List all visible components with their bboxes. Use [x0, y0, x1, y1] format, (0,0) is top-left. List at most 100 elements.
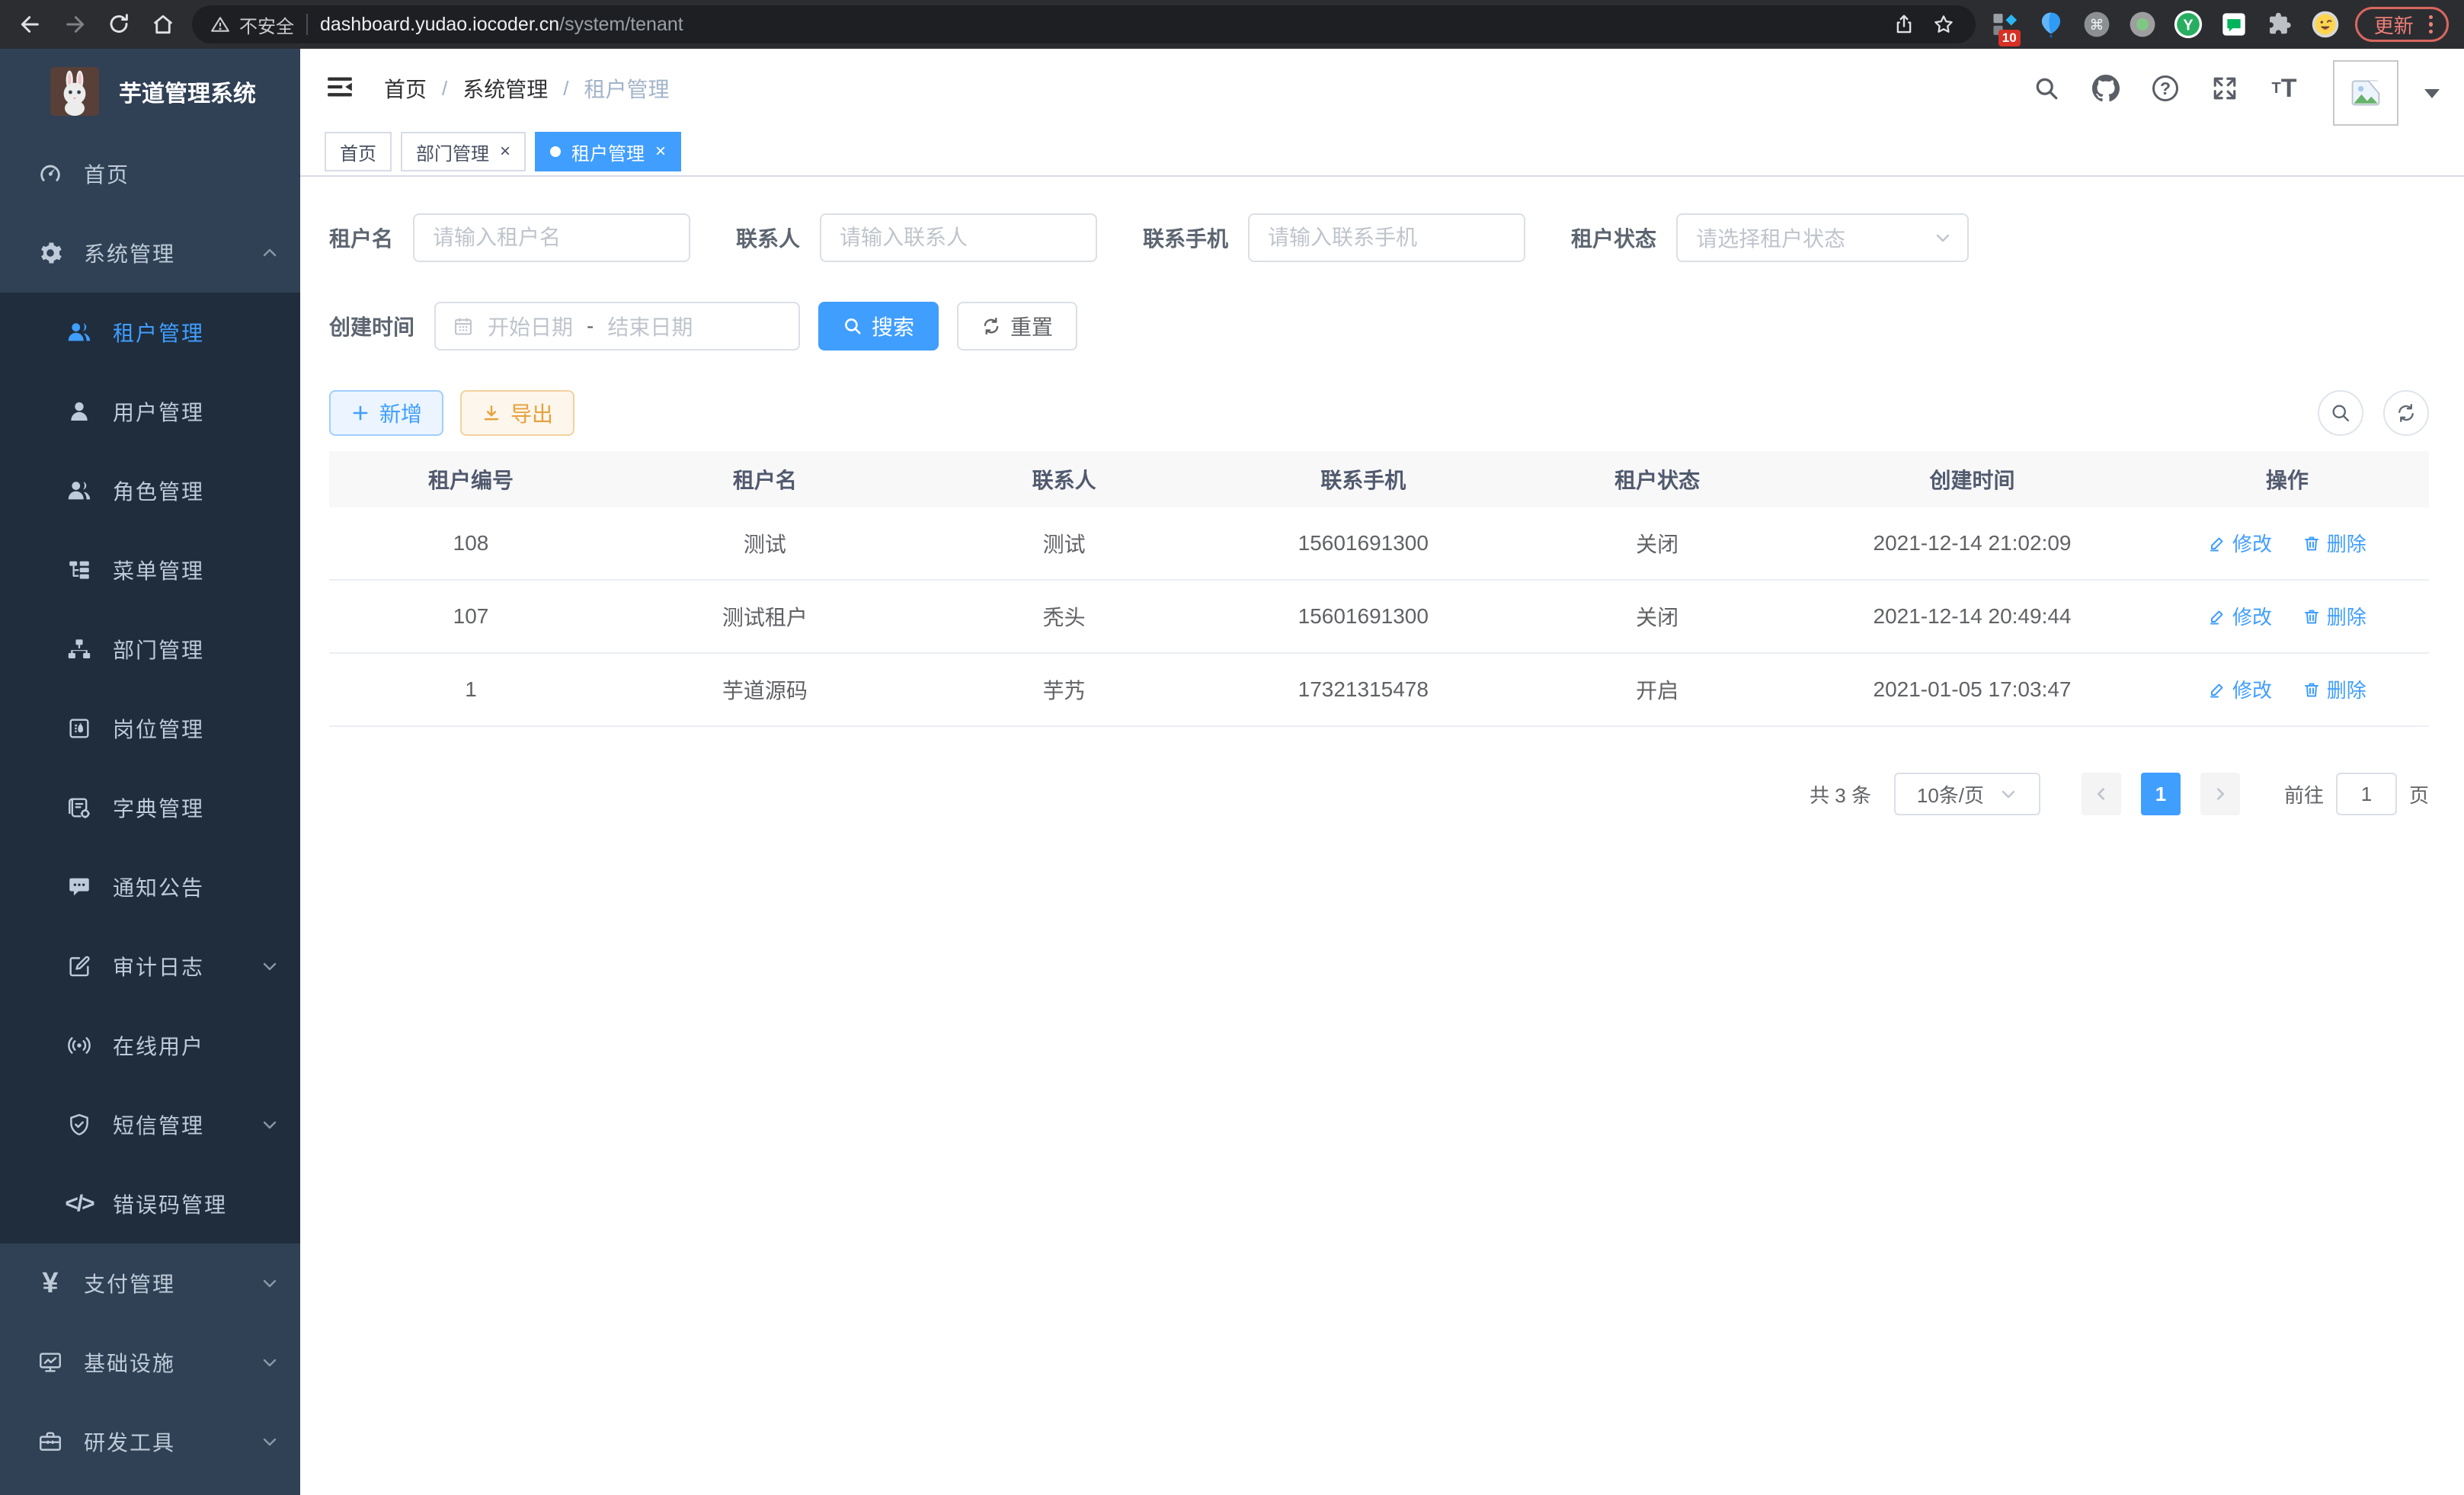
chevron-down-icon: [1999, 785, 2018, 803]
prev-page-button[interactable]: [2082, 773, 2121, 815]
close-icon[interactable]: ×: [500, 142, 510, 161]
avatar-dropdown-caret-icon[interactable]: [2424, 89, 2440, 106]
goto-page-input[interactable]: [2336, 773, 2397, 815]
browser-back-icon[interactable]: [15, 9, 46, 40]
fullscreen-icon[interactable]: [2208, 72, 2242, 105]
avatar[interactable]: [2333, 60, 2398, 126]
sidebar-item-pay[interactable]: ¥ 支付管理: [0, 1244, 300, 1323]
browser-toolbar: 不安全 dashboard.yudao.iocoder.cn/system/te…: [0, 0, 2464, 49]
sidebar-item-dev-tools[interactable]: 研发工具: [0, 1402, 300, 1481]
date-range-picker[interactable]: 开始日期 - 结束日期: [434, 302, 800, 351]
search-icon[interactable]: [2030, 72, 2063, 105]
users-icon: [66, 477, 93, 504]
dashboard-icon: [37, 160, 64, 187]
extension-y-icon[interactable]: Y: [2172, 8, 2204, 40]
delete-link[interactable]: 删除: [2302, 602, 2366, 630]
tab-dept[interactable]: 部门管理 ×: [401, 132, 526, 171]
browser-update-button[interactable]: 更新: [2355, 7, 2449, 42]
tenant-name-input[interactable]: [413, 213, 690, 262]
table-row: 108 测试 测试 15601691300 关闭 2021-12-14 21:0…: [329, 507, 2429, 581]
extension-kite-icon[interactable]: [2035, 8, 2067, 40]
pagination: 共 3 条 10条/页 1 前往 页: [329, 773, 2429, 815]
sidebar-item-infra[interactable]: 基础设施: [0, 1323, 300, 1402]
monitor-icon: [37, 1349, 64, 1376]
security-label: 不安全: [239, 11, 294, 38]
browser-home-icon[interactable]: [148, 9, 178, 40]
status-select[interactable]: 请选择租户状态: [1676, 213, 1969, 262]
extension-puzzle-icon[interactable]: [2264, 8, 2296, 40]
goto-label: 前往: [2284, 780, 2324, 808]
sidebar-item-error-code[interactable]: </> 错误码管理: [0, 1164, 300, 1244]
sidebar-item-user[interactable]: 用户管理: [0, 372, 300, 451]
edit-link[interactable]: 修改: [2208, 675, 2272, 703]
extension-emoji-icon[interactable]: [2309, 8, 2341, 40]
sidebar-item-audit-log[interactable]: 审计日志: [0, 927, 300, 1006]
chevron-down-icon: [261, 1116, 279, 1134]
sitemap-icon: [66, 635, 93, 663]
sidebar-item-role[interactable]: 角色管理: [0, 451, 300, 530]
sidebar-item-system[interactable]: 系统管理: [0, 213, 300, 293]
tab-home[interactable]: 首页: [325, 132, 392, 171]
refresh-table-button[interactable]: [2383, 390, 2429, 436]
delete-link[interactable]: 删除: [2302, 675, 2366, 703]
github-icon[interactable]: [2089, 72, 2123, 105]
table-header: 租户编号 租户名 联系人 联系手机 租户状态 创建时间 操作: [329, 451, 2429, 507]
browser-reload-icon[interactable]: [104, 9, 134, 40]
help-icon[interactable]: ?: [2149, 72, 2182, 105]
page-unit-label: 页: [2409, 780, 2429, 808]
sidebar-fold-icon[interactable]: [325, 72, 358, 105]
sidebar-item-online-users[interactable]: 在线用户: [0, 1006, 300, 1085]
system-submenu: 租户管理 用户管理 角色管理 菜单管理: [0, 293, 300, 1244]
breadcrumb-home[interactable]: 首页: [384, 73, 427, 104]
close-icon[interactable]: ×: [655, 142, 666, 161]
sidebar-item-dict[interactable]: 字典管理: [0, 768, 300, 847]
tab-tenant[interactable]: 租户管理 ×: [535, 132, 681, 171]
next-page-button[interactable]: [2200, 773, 2240, 815]
contact-input[interactable]: [820, 213, 1097, 262]
edit-link[interactable]: 修改: [2208, 529, 2272, 557]
sidebar-item-dept[interactable]: 部门管理: [0, 610, 300, 689]
sidebar-item-post[interactable]: 岗位管理: [0, 689, 300, 768]
font-size-icon[interactable]: TT: [2267, 72, 2301, 105]
create-time-label: 创建时间: [329, 311, 414, 341]
breadcrumb-separator: /: [442, 77, 447, 101]
sidebar-item-tenant[interactable]: 租户管理: [0, 293, 300, 372]
extension-badge: 10: [1998, 30, 2021, 46]
add-button[interactable]: 新增: [329, 390, 443, 436]
sidebar-item-home[interactable]: 首页: [0, 134, 300, 213]
delete-link[interactable]: 删除: [2302, 529, 2366, 557]
mobile-input[interactable]: [1248, 213, 1525, 262]
browser-forward-icon[interactable]: [59, 9, 90, 40]
sidebar-item-sms[interactable]: 短信管理: [0, 1085, 300, 1164]
edit-log-icon: [66, 952, 93, 980]
navbar: 首页 / 系统管理 / 租户管理 ?: [300, 49, 2464, 128]
extension-command-icon[interactable]: ⌘: [2081, 8, 2113, 40]
browser-menu-kebab-icon[interactable]: [2429, 15, 2433, 34]
sidebar-item-notice[interactable]: 通知公告: [0, 847, 300, 927]
extension-dot-icon[interactable]: [2126, 8, 2158, 40]
current-page-button[interactable]: 1: [2141, 773, 2181, 815]
extension-grid-icon[interactable]: 10: [1989, 8, 2021, 40]
export-button[interactable]: 导出: [460, 390, 574, 436]
page-size-select[interactable]: 10条/页: [1894, 773, 2040, 815]
search-button[interactable]: 搜索: [818, 302, 939, 351]
site-security-warning[interactable]: 不安全: [210, 11, 294, 38]
trash-icon: [2302, 607, 2321, 626]
mobile-label: 联系手机: [1143, 222, 1228, 253]
bookmark-star-icon[interactable]: [1930, 11, 1957, 38]
show-search-toggle-button[interactable]: [2318, 390, 2363, 436]
chevron-down-icon: [261, 1433, 279, 1451]
pagination-total: 共 3 条: [1810, 780, 1871, 808]
breadcrumb-system[interactable]: 系统管理: [462, 73, 548, 104]
edit-link[interactable]: 修改: [2208, 602, 2272, 630]
toolbox-icon: [37, 1428, 64, 1455]
main-panel: 首页 / 系统管理 / 租户管理 ?: [300, 49, 2464, 1495]
sidebar-logo[interactable]: 芋道管理系统: [0, 49, 300, 134]
sidebar-item-menu[interactable]: 菜单管理: [0, 530, 300, 610]
reset-button[interactable]: 重置: [957, 302, 1077, 351]
extension-chat-icon[interactable]: [2218, 8, 2250, 40]
url-bar[interactable]: 不安全 dashboard.yudao.iocoder.cn/system/te…: [192, 5, 1976, 43]
share-icon[interactable]: [1890, 11, 1918, 38]
active-dot-icon: [550, 146, 561, 157]
sidebar-menu: 首页 系统管理 租户管理 用户管理: [0, 134, 300, 1481]
